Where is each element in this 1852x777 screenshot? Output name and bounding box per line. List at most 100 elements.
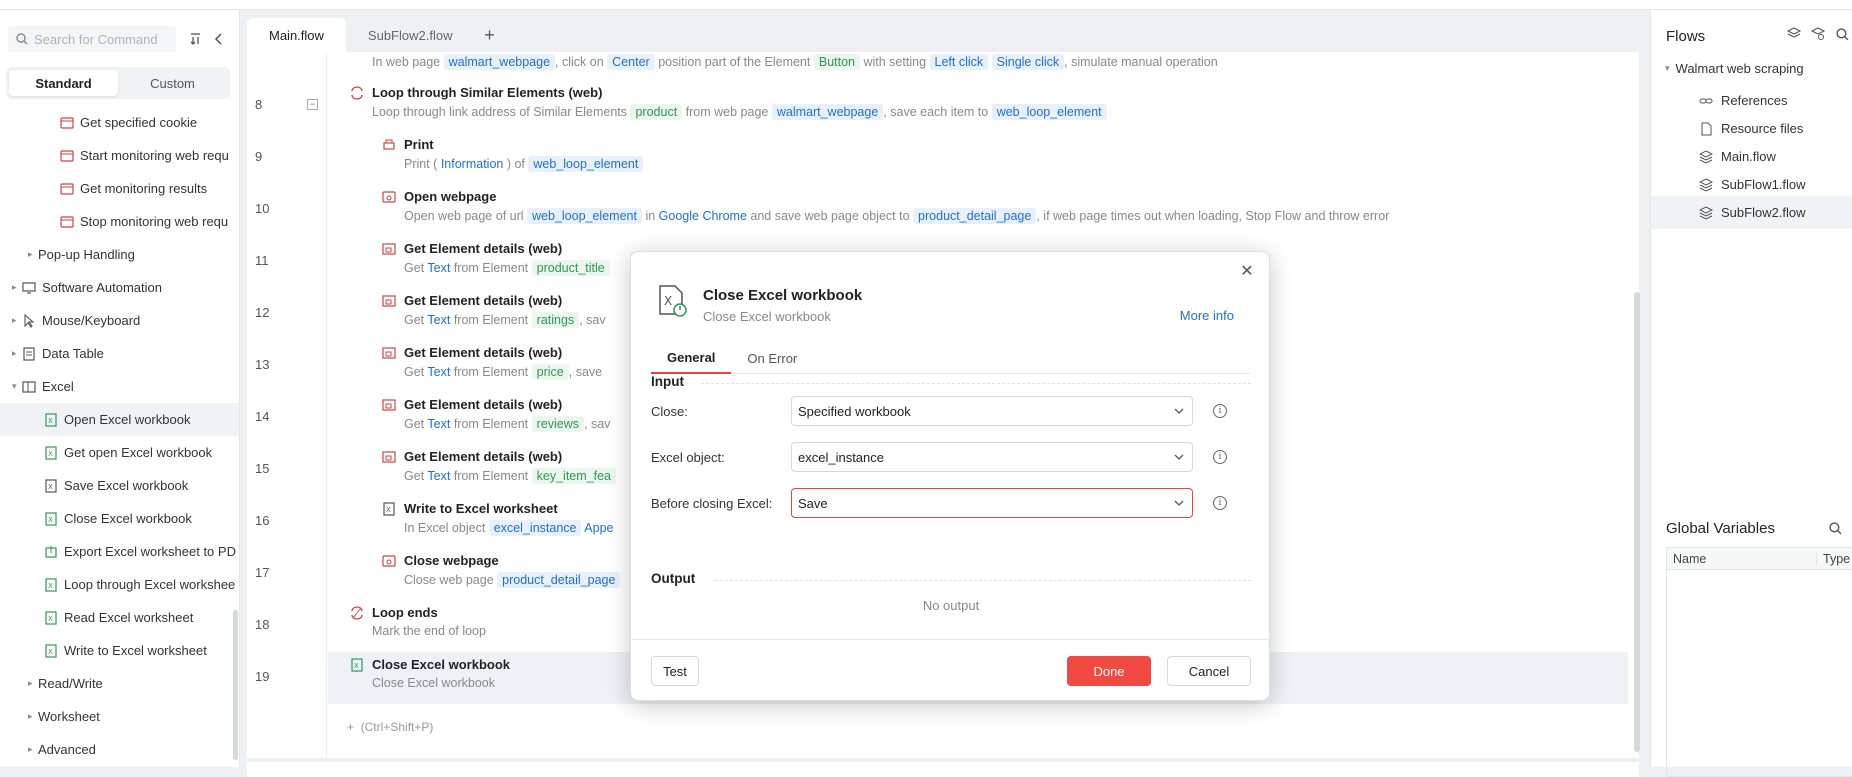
expand-arrow-icon[interactable]: ▸ bbox=[28, 249, 38, 260]
tree-item-start-monitoring[interactable]: Start monitoring web requ bbox=[0, 139, 239, 172]
tree-item-excel[interactable]: ▾ Excel bbox=[0, 370, 239, 403]
info-icon[interactable]: i bbox=[1213, 496, 1227, 510]
line-number: 16 bbox=[255, 513, 270, 528]
before-closing-select[interactable]: Save bbox=[791, 488, 1193, 518]
tree-item-write-excel[interactable]: X Write to Excel worksheet bbox=[0, 634, 239, 667]
step-close-excel[interactable]: X Close Excel workbook Close Excel workb… bbox=[351, 657, 510, 690]
step-get-element-3[interactable]: Get Element details (web) Get Text from … bbox=[382, 345, 602, 380]
tree-item-loop-excel[interactable]: X Loop through Excel workshee bbox=[0, 568, 239, 601]
expand-arrow-icon[interactable]: ▸ bbox=[12, 282, 22, 293]
web-icon bbox=[60, 215, 74, 229]
segment-standard[interactable]: Standard bbox=[9, 70, 118, 96]
step-print[interactable]: Print Print ( Information ) of web_loop_… bbox=[383, 137, 644, 172]
step-open-webpage[interactable]: Open webpage Open web page of url web_lo… bbox=[382, 189, 1389, 224]
command-tree: Get specified cookie Start monitoring we… bbox=[0, 106, 239, 766]
add-flow-icon[interactable] bbox=[1786, 26, 1802, 42]
excel-icon: X bbox=[44, 445, 58, 460]
tree-item-get-monitoring[interactable]: Get monitoring results bbox=[0, 172, 239, 205]
svg-text:X: X bbox=[48, 516, 53, 524]
tree-item-advanced[interactable]: ▸ Advanced bbox=[0, 733, 239, 766]
tree-item-data-table[interactable]: ▸ Data Table bbox=[0, 337, 239, 370]
tree-item-export-excel[interactable]: Export Excel worksheet to PD bbox=[0, 535, 239, 568]
close-icon[interactable]: ✕ bbox=[1239, 264, 1255, 280]
step-loop-similar[interactable]: Loop through Similar Elements (web) Loop… bbox=[351, 85, 1107, 120]
step-get-element-5[interactable]: Get Element details (web) Get Text from … bbox=[382, 449, 617, 484]
info-icon[interactable]: i bbox=[1213, 404, 1227, 418]
tree-item-get-cookie[interactable]: Get specified cookie bbox=[0, 106, 239, 139]
tree-item-read-write[interactable]: ▸ Read/Write bbox=[0, 667, 239, 700]
tree-item-software-automation[interactable]: ▸ Software Automation bbox=[0, 271, 239, 304]
step-get-element-2[interactable]: Get Element details (web) Get Text from … bbox=[382, 293, 606, 328]
column-type[interactable]: Type bbox=[1817, 552, 1850, 566]
tree-item-save-excel[interactable]: X Save Excel workbook bbox=[0, 469, 239, 502]
input-section-title: Input bbox=[651, 374, 684, 389]
step-close-webpage[interactable]: Close webpage Close web page product_det… bbox=[382, 553, 621, 588]
cancel-button[interactable]: Cancel bbox=[1167, 656, 1251, 686]
tab-subflow2[interactable]: SubFlow2.flow bbox=[346, 18, 475, 52]
left-scrollbar[interactable] bbox=[233, 610, 238, 760]
close-select[interactable]: Specified workbook bbox=[791, 396, 1193, 426]
export-icon bbox=[44, 545, 58, 559]
select-value: Save bbox=[798, 495, 828, 511]
expand-arrow-icon[interactable]: ▸ bbox=[28, 678, 38, 689]
excel-icon: X bbox=[44, 511, 58, 526]
tree-item-get-open-excel[interactable]: X Get open Excel workbook bbox=[0, 436, 239, 469]
tree-item-worksheet[interactable]: ▸ Worksheet bbox=[0, 700, 239, 733]
chevron-down-icon bbox=[1174, 408, 1184, 414]
excel-icon: X bbox=[351, 658, 363, 672]
segment-custom[interactable]: Custom bbox=[118, 70, 227, 96]
add-step[interactable]: + (Ctrl+Shift+P) bbox=[347, 720, 433, 734]
expand-arrow-icon[interactable]: ▸ bbox=[28, 744, 38, 755]
element-icon bbox=[382, 347, 396, 359]
test-button[interactable]: Test bbox=[651, 656, 699, 686]
collapse-loop-icon[interactable]: − bbox=[307, 99, 318, 110]
info-icon[interactable]: i bbox=[1213, 450, 1227, 464]
line-number: 12 bbox=[255, 305, 270, 320]
done-button[interactable]: Done bbox=[1067, 656, 1151, 686]
excel-icon: X bbox=[383, 502, 395, 516]
tree-item-label: Pop-up Handling bbox=[38, 247, 135, 262]
excel-object-select[interactable]: excel_instance bbox=[791, 442, 1193, 472]
line-number: 19 bbox=[255, 669, 270, 684]
expand-arrow-icon[interactable]: ▸ bbox=[28, 711, 38, 722]
step-get-element-1[interactable]: Get Element details (web) Get Text from … bbox=[382, 241, 610, 276]
collapse-panel-icon[interactable] bbox=[210, 30, 228, 48]
more-info-link[interactable]: More info bbox=[1180, 308, 1234, 323]
svg-text:X: X bbox=[664, 294, 672, 308]
expand-arrow-icon[interactable]: ▸ bbox=[12, 348, 22, 359]
tree-item-close-excel[interactable]: X Close Excel workbook bbox=[0, 502, 239, 535]
tree-item-popup-handling[interactable]: ▸ Pop-up Handling bbox=[0, 238, 239, 271]
search-input[interactable] bbox=[34, 31, 164, 47]
flow-settings-icon[interactable] bbox=[1810, 26, 1826, 42]
tree-item-label: Software Automation bbox=[42, 280, 162, 295]
step-get-element-4[interactable]: Get Element details (web) Get Text from … bbox=[382, 397, 610, 432]
command-segment: Standard Custom bbox=[6, 67, 230, 99]
search-variables-icon[interactable] bbox=[1829, 522, 1842, 538]
command-search[interactable] bbox=[8, 26, 176, 52]
tree-item-open-excel[interactable]: X Open Excel workbook bbox=[0, 403, 239, 436]
sort-icon[interactable] bbox=[187, 30, 205, 48]
field-excel-object: Excel object: excel_instance i bbox=[651, 442, 1251, 472]
collapse-arrow-icon[interactable]: ▾ bbox=[1665, 63, 1670, 74]
no-output-text: No output bbox=[922, 598, 980, 613]
flow-item-subflow2[interactable]: SubFlow2.flow bbox=[1651, 196, 1852, 229]
column-name[interactable]: Name bbox=[1667, 551, 1817, 566]
expand-arrow-icon[interactable]: ▸ bbox=[12, 315, 22, 326]
tree-item-label: Loop through Excel workshee bbox=[64, 577, 236, 592]
svg-text:X: X bbox=[48, 648, 53, 656]
top-strip bbox=[0, 0, 1852, 10]
step-loop-ends[interactable]: Loop ends Mark the end of loop bbox=[351, 605, 486, 638]
add-tab-icon[interactable]: + bbox=[474, 18, 504, 52]
tab-general[interactable]: General bbox=[651, 342, 732, 374]
tab-main-flow[interactable]: Main.flow bbox=[247, 18, 346, 52]
tree-item-read-excel[interactable]: X Read Excel worksheet bbox=[0, 601, 239, 634]
tab-on-error[interactable]: On Error bbox=[731, 342, 813, 374]
editor-scrollbar[interactable] bbox=[1634, 292, 1640, 752]
tree-item-stop-monitoring[interactable]: Stop monitoring web requ bbox=[0, 205, 239, 238]
project-root[interactable]: ▾ Walmart web scraping bbox=[1665, 61, 1804, 76]
step-write-excel[interactable]: X Write to Excel worksheet In Excel obje… bbox=[383, 501, 613, 536]
collapse-arrow-icon[interactable]: ▾ bbox=[12, 381, 22, 392]
search-flow-icon[interactable] bbox=[1834, 26, 1850, 42]
tree-item-mouse-keyboard[interactable]: ▸ Mouse/Keyboard bbox=[0, 304, 239, 337]
flow-item-label: Main.flow bbox=[1721, 149, 1776, 164]
